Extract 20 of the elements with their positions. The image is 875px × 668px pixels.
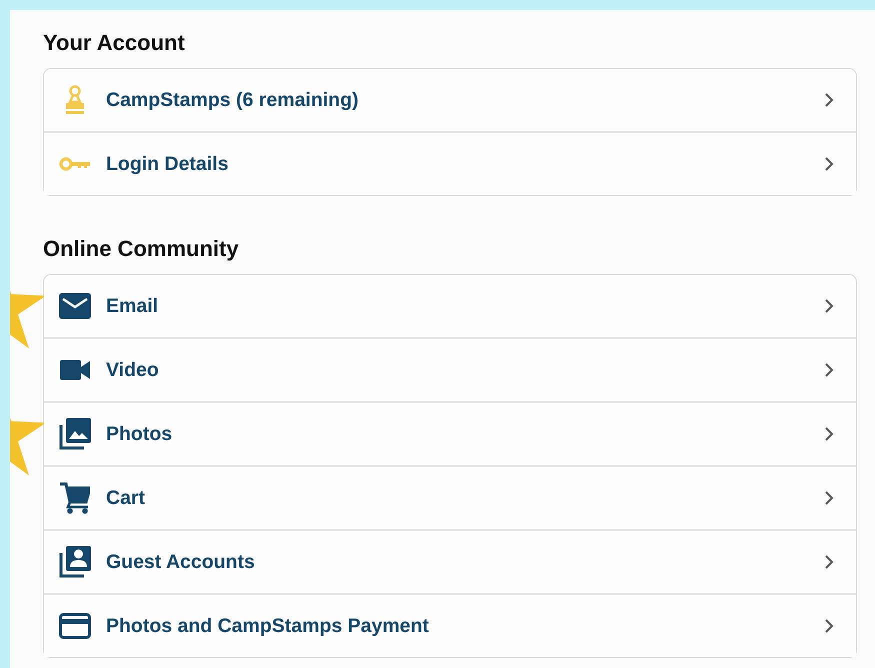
chevron-right-icon	[824, 426, 834, 442]
video-camera-icon	[60, 360, 90, 380]
stamp-icon	[64, 85, 86, 115]
menu-item[interactable]: Photos and CampStamps Payment	[44, 593, 856, 657]
chevron-right-icon	[824, 92, 834, 108]
menu-item[interactable]: Login Details	[44, 131, 856, 195]
credit-card-icon	[59, 613, 91, 639]
chevron-right-icon	[824, 156, 834, 172]
shopping-cart-icon	[60, 482, 90, 514]
photo-stack-icon	[59, 418, 91, 450]
key-icon	[59, 157, 91, 171]
chevron-right-icon	[824, 362, 834, 378]
contact-card-icon	[59, 546, 91, 578]
chevron-right-icon	[824, 554, 834, 570]
section-heading: Your Account	[43, 30, 186, 56]
chevron-right-icon	[824, 298, 834, 314]
envelope-icon	[59, 293, 91, 319]
chevron-right-icon	[824, 618, 834, 634]
section-heading: Online Community	[43, 236, 240, 262]
chevron-right-icon	[824, 490, 834, 506]
